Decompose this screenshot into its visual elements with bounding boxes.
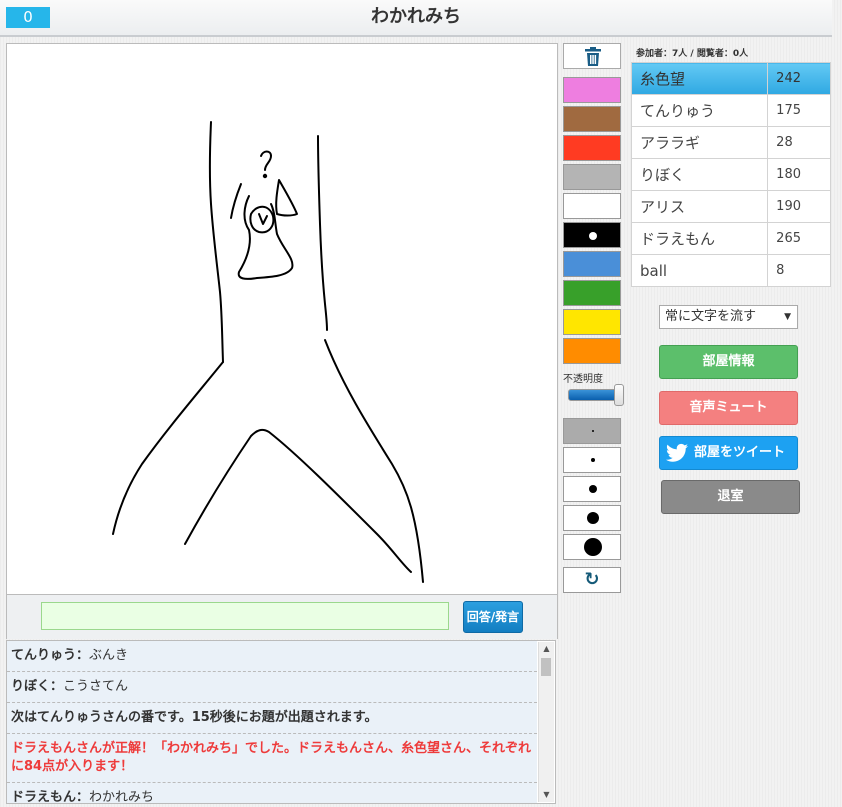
player-score: 8 bbox=[767, 254, 831, 287]
chat-text: こうさてん bbox=[63, 679, 129, 694]
color-swatch-blue[interactable] bbox=[563, 251, 621, 277]
player-row: ドラえもん 265 bbox=[630, 222, 831, 255]
player-name: てんりゅう bbox=[630, 94, 769, 127]
twitter-bird-icon bbox=[666, 443, 688, 462]
selected-color-indicator bbox=[589, 232, 597, 240]
answer-submit-button[interactable]: 回答/発言 bbox=[463, 601, 523, 633]
chat-separator: ： bbox=[76, 790, 90, 804]
top-bar: 0 わかれみち bbox=[0, 0, 832, 37]
player-row: アリス 190 bbox=[630, 190, 831, 223]
scroll-up-icon[interactable]: ▲ bbox=[539, 642, 554, 656]
player-row: アララギ 28 bbox=[630, 126, 831, 159]
player-row: 糸色望 242 bbox=[630, 62, 831, 95]
drawing-canvas[interactable] bbox=[6, 43, 558, 595]
color-swatch-red[interactable] bbox=[563, 135, 621, 161]
chat-message: ドラえもん：わかれみち bbox=[7, 783, 537, 804]
opacity-label: 不透明度 bbox=[563, 374, 603, 385]
text-flow-select-value: 常に文字を流す bbox=[665, 309, 757, 324]
player-score: 175 bbox=[767, 94, 831, 127]
chat-system-message: 次はてんりゅうさんの番です。15秒後にお題が出題されます。 bbox=[7, 703, 537, 734]
player-score: 28 bbox=[767, 126, 831, 159]
pen-size-4[interactable] bbox=[563, 505, 621, 531]
player-row: りぼく 180 bbox=[630, 158, 831, 191]
player-list: 糸色望 242 てんりゅう 175 アララギ 28 りぼく 180 アリス 19… bbox=[630, 62, 831, 287]
color-swatch-brown[interactable] bbox=[563, 106, 621, 132]
player-name: 糸色望 bbox=[630, 62, 769, 95]
color-swatch-black[interactable] bbox=[563, 222, 621, 248]
chat-scrollbar[interactable]: ▲ ▼ bbox=[538, 642, 554, 802]
chat-correct-message: ドラえもんさんが正解！「わかれみち」でした。ドラえもんさん、糸色望さん、それぞれ… bbox=[7, 734, 537, 783]
player-score: 190 bbox=[767, 190, 831, 223]
player-score: 180 bbox=[767, 158, 831, 191]
scroll-down-icon[interactable]: ▼ bbox=[539, 788, 554, 802]
pen-size-1[interactable] bbox=[563, 418, 621, 444]
scroll-thumb[interactable] bbox=[541, 658, 551, 676]
player-row: てんりゅう 175 bbox=[630, 94, 831, 127]
player-name: りぼく bbox=[630, 158, 769, 191]
participants-count: 参加者：7人 / 閲覧者：0人 bbox=[636, 49, 749, 59]
color-swatch-orange[interactable] bbox=[563, 338, 621, 364]
color-swatch-pink[interactable] bbox=[563, 77, 621, 103]
chat-user: てんりゅう bbox=[11, 648, 77, 663]
chat-message: りぼく：こうさてん bbox=[7, 672, 537, 703]
chat-message: てんりゅう：ぶんき bbox=[7, 641, 537, 672]
answer-bar: 回答/発言 bbox=[6, 595, 558, 639]
pen-size-5[interactable] bbox=[563, 534, 621, 560]
undo-icon: ↻ bbox=[584, 569, 600, 590]
player-name: ドラえもん bbox=[630, 222, 769, 255]
color-swatch-gray[interactable] bbox=[563, 164, 621, 190]
tweet-room-button[interactable]: 部屋をツイート bbox=[659, 436, 798, 470]
color-swatch-yellow[interactable] bbox=[563, 309, 621, 335]
pen-size-3[interactable] bbox=[563, 476, 621, 502]
player-row: ball 8 bbox=[630, 254, 831, 287]
undo-button[interactable]: ↻ bbox=[563, 567, 621, 593]
chat-log[interactable]: てんりゅう：ぶんき りぼく：こうさてん 次はてんりゅうさんの番です。15秒後にお… bbox=[6, 640, 556, 804]
mute-button[interactable]: 音声ミュート bbox=[659, 391, 798, 425]
chat-text: ぶんき bbox=[89, 648, 129, 663]
chat-user: ドラえもん bbox=[11, 790, 77, 804]
color-swatch-green[interactable] bbox=[563, 280, 621, 306]
color-swatch-white[interactable] bbox=[563, 193, 621, 219]
chevron-down-icon: ▼ bbox=[784, 312, 791, 322]
drawing-strokes bbox=[112, 121, 424, 583]
player-name: アリス bbox=[630, 190, 769, 223]
player-score: 242 bbox=[767, 62, 831, 95]
clear-canvas-button[interactable] bbox=[563, 43, 621, 69]
player-name: ball bbox=[630, 254, 769, 287]
player-name: アララギ bbox=[630, 126, 769, 159]
chat-text: わかれみち bbox=[89, 790, 155, 804]
tweet-room-label: 部屋をツイート bbox=[693, 445, 785, 460]
chat-separator: ： bbox=[76, 648, 90, 663]
chat-user: りぼく bbox=[11, 679, 51, 694]
player-score: 265 bbox=[767, 222, 831, 255]
pen-size-2[interactable] bbox=[563, 447, 621, 473]
text-flow-select[interactable]: 常に文字を流す ▼ bbox=[659, 305, 798, 329]
page-title: わかれみち bbox=[371, 6, 461, 27]
opacity-slider-track[interactable] bbox=[568, 389, 620, 401]
opacity-slider[interactable] bbox=[568, 384, 624, 406]
answer-input[interactable] bbox=[41, 602, 449, 630]
room-info-button[interactable]: 部屋情報 bbox=[659, 345, 798, 379]
opacity-slider-handle[interactable] bbox=[614, 384, 624, 406]
leave-room-button[interactable]: 退室 bbox=[661, 480, 800, 514]
trash-icon bbox=[585, 47, 601, 66]
chat-separator: ： bbox=[50, 679, 64, 694]
